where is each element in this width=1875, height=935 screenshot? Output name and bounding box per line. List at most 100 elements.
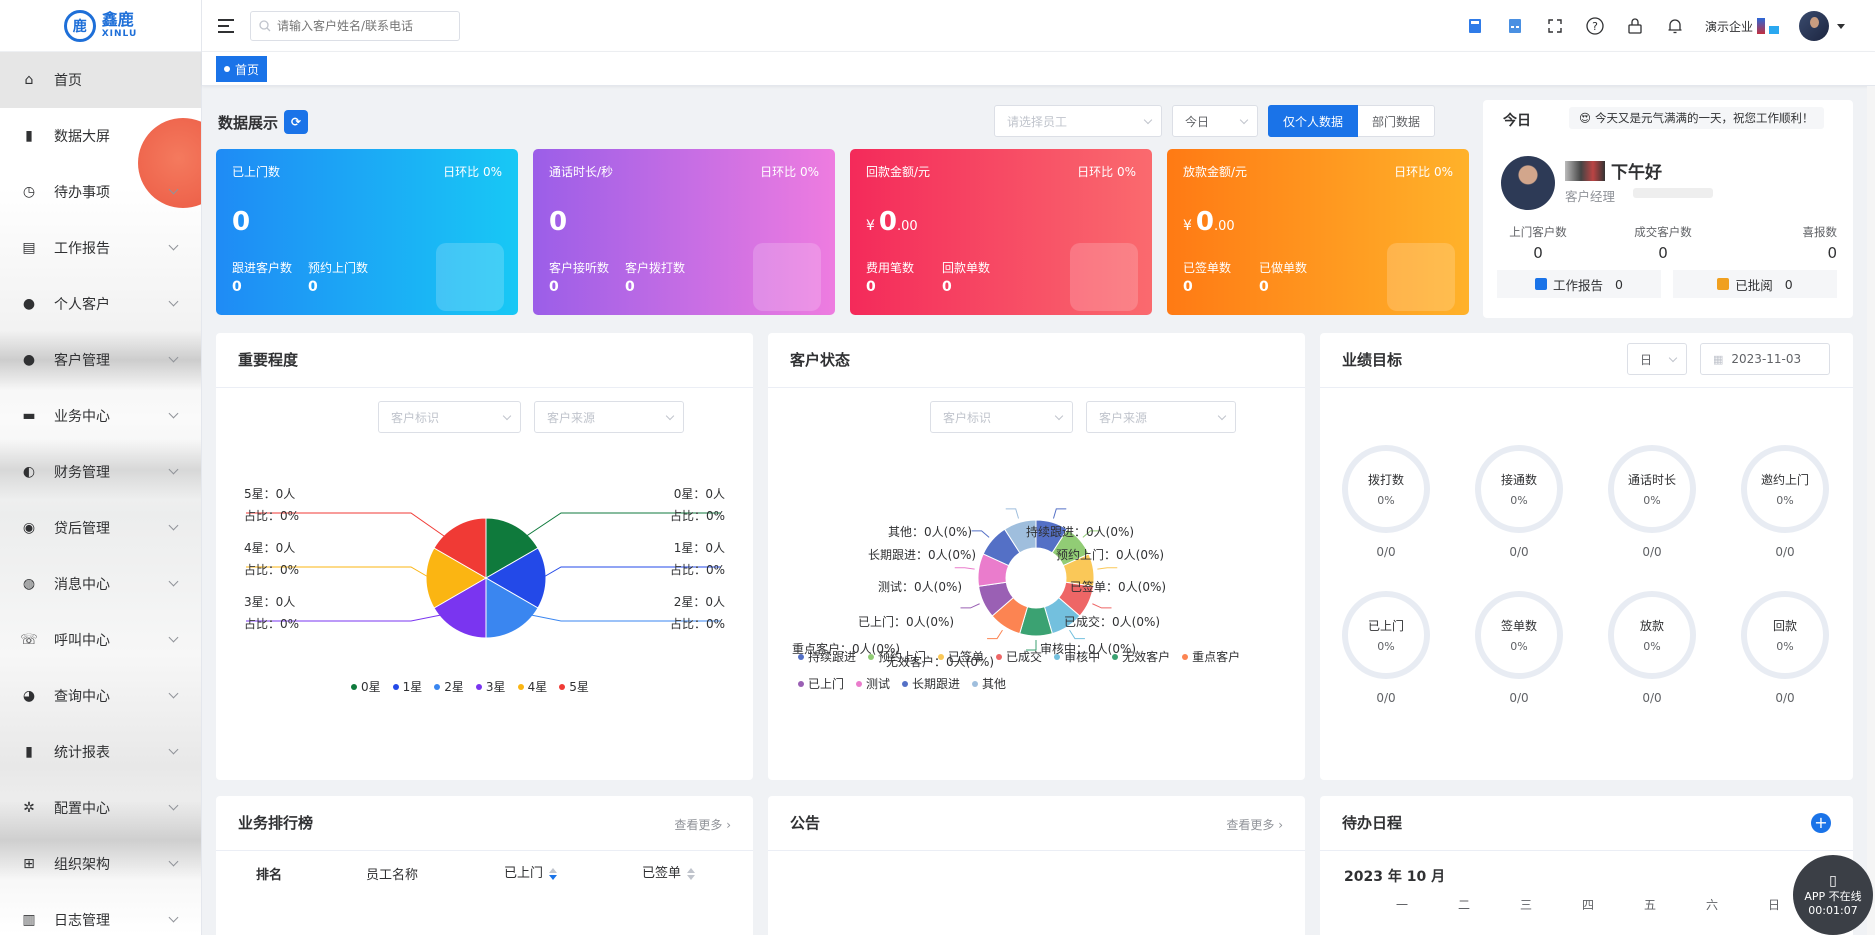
fullscreen-icon[interactable]	[1545, 16, 1565, 36]
legend-item[interactable]: 审核中	[1054, 648, 1100, 665]
loan-calculator-icon[interactable]	[1505, 16, 1525, 36]
sidebar-item-10[interactable]: ☏ 呼叫中心	[0, 612, 201, 668]
sidebar-item-3[interactable]: ▤ 工作报告	[0, 220, 201, 276]
date-picker[interactable]: ▦ 2023-11-03	[1700, 343, 1830, 375]
bell-icon[interactable]	[1665, 16, 1685, 36]
legend-item[interactable]: 已签单	[938, 648, 984, 665]
department-data-button[interactable]: 部门数据	[1358, 105, 1436, 137]
legend-item[interactable]: 预约上门	[868, 648, 926, 665]
stat-card[interactable]: 回款金额/元 日环比 0% ¥0.00 费用笔数 0 回款单数 0	[850, 149, 1152, 315]
reviewed-button[interactable]: 已批阅 0	[1673, 270, 1837, 298]
app-status-time: 00:01:07	[1808, 904, 1858, 918]
target-label: 已上门	[1367, 619, 1404, 633]
customer-tag-select[interactable]: 客户标识	[930, 401, 1073, 433]
app-logo[interactable]: 鹿 鑫鹿 XINLU	[0, 0, 201, 52]
sidebar-item-12[interactable]: ▮ 统计报表	[0, 724, 201, 780]
view-more-link[interactable]: 查看更多 ›	[1226, 816, 1283, 833]
legend-item[interactable]: 已成交	[996, 648, 1042, 665]
sidebar-item-2[interactable]: ◷ 待办事项	[0, 164, 201, 220]
period-select[interactable]: 今日	[1172, 105, 1258, 137]
target-ring: 邀约上门 0%	[1741, 445, 1829, 533]
user-avatar	[1501, 156, 1555, 210]
sidebar-item-label: 贷后管理	[54, 521, 110, 537]
sidebar-item-label: 首页	[54, 73, 82, 89]
lock-icon[interactable]	[1625, 16, 1645, 36]
sidebar-item-7[interactable]: ◐ 财务管理	[0, 444, 201, 500]
weekday-label: 二	[1458, 898, 1471, 912]
svg-text:?: ?	[1592, 20, 1598, 33]
customer-source-select[interactable]: 客户来源	[1086, 401, 1236, 433]
stat-card[interactable]: 通话时长/秒 日环比 0% 0 客户接听数 0 客户拨打数 0	[533, 149, 835, 315]
sidebar-item-15[interactable]: ▥ 日志管理	[0, 892, 201, 935]
work-report-button[interactable]: 工作报告 0	[1497, 270, 1661, 298]
legend-item[interactable]: 1星	[392, 678, 422, 695]
donut-label: 已成交：0人(0%)	[1064, 615, 1161, 629]
filter-placeholder: 客户来源	[547, 410, 596, 425]
pie-label: 5星：0人 占比：0%	[244, 485, 299, 524]
legend-dot-icon	[559, 683, 566, 690]
stat-card[interactable]: 放款金额/元 日环比 0% ¥0.00 已签单数 0 已做单数 0	[1167, 149, 1469, 315]
target-label: 邀约上门	[1760, 473, 1809, 487]
legend-dot-icon	[392, 683, 399, 690]
calendar-icon: ▦	[1713, 352, 1724, 366]
legend-label: 5星	[569, 680, 589, 694]
sidebar-item-6[interactable]: ▬ 业务中心	[0, 388, 201, 444]
customer-search[interactable]	[250, 10, 460, 41]
sidebar-item-0[interactable]: ⌂ 首页	[0, 52, 201, 108]
legend-item[interactable]: 无效客户	[1112, 648, 1170, 665]
legend-item[interactable]: 3星	[475, 678, 506, 695]
sidebar-item-11[interactable]: ◕ 查询中心	[0, 668, 201, 724]
app-status-badge[interactable]: ▯ APP 不在线 00:01:07	[1793, 855, 1873, 935]
pie-label-pct: 占比：0%	[669, 617, 725, 631]
card-sub-value: 0	[625, 279, 635, 295]
col-visited-label: 已上门	[504, 866, 544, 881]
sidebar-item-14[interactable]: ⊞ 组织架构	[0, 836, 201, 892]
tab-home[interactable]: 首页	[216, 56, 268, 82]
company-switcher[interactable]: 演示企业	[1705, 18, 1779, 35]
employee-select[interactable]: 请选择员工	[994, 105, 1162, 137]
legend-item[interactable]: 持续跟进	[798, 648, 856, 665]
legend-item[interactable]: 4星	[517, 678, 547, 695]
greeting-panel: 今日 😍 今天又是元气满满的一天，祝您工作顺利！ 下午好 客户经理 上门客户数 0 成…	[1483, 100, 1853, 318]
sidebar-item-4[interactable]: ● 个人客户	[0, 276, 201, 332]
legend-item[interactable]: 5星	[559, 678, 589, 695]
pie-label: 4星：0人 占比：0%	[244, 539, 299, 578]
deer-logo-icon: 鹿	[63, 9, 96, 42]
sidebar-item-9[interactable]: ◍ 消息中心	[0, 556, 201, 612]
legend-item[interactable]: 0星	[351, 678, 381, 695]
sidebar-item-1[interactable]: ▮ 数据大屏	[0, 108, 201, 164]
card-value: 0	[549, 207, 568, 237]
legend-item[interactable]: 长期跟进	[902, 675, 960, 692]
pie-label-name: 5星：0人	[244, 487, 296, 501]
legend-item[interactable]: 其他	[972, 675, 1006, 692]
refresh-icon[interactable]: ⟳	[284, 110, 309, 134]
help-icon[interactable]: ?	[1585, 16, 1605, 36]
legend-item[interactable]: 2星	[434, 678, 464, 695]
calculator-icon[interactable]	[1465, 16, 1485, 36]
legend-item[interactable]: 测试	[856, 675, 890, 692]
sidebar-item-8[interactable]: ◉ 贷后管理	[0, 500, 201, 556]
sidebar-item-5[interactable]: ● 客户管理	[0, 332, 201, 388]
view-more-link[interactable]: 查看更多 ›	[674, 816, 731, 833]
sidebar-item-13[interactable]: ✲ 配置中心	[0, 780, 201, 836]
chevron-down-icon	[168, 576, 179, 587]
target-unit-select[interactable]: 日	[1627, 343, 1687, 375]
search-input[interactable]	[277, 18, 447, 33]
customer-source-select[interactable]: 客户来源	[534, 401, 684, 433]
date-value: 2023-11-03	[1731, 352, 1802, 366]
sidebar-item-label: 待办事项	[54, 185, 110, 201]
legend-item[interactable]: 已上门	[798, 675, 844, 692]
personal-data-button[interactable]: 仅个人数据	[1268, 105, 1359, 137]
col-visited[interactable]: 已上门	[504, 862, 558, 881]
menu-toggle-icon[interactable]	[218, 18, 234, 33]
target-ring: 签单数 0%	[1475, 591, 1563, 679]
add-schedule-button[interactable]: +	[1811, 813, 1831, 833]
col-signed[interactable]: 已签单	[642, 862, 696, 881]
target-pct: 0%	[1643, 640, 1661, 653]
stat-card[interactable]: 已上门数 日环比 0% 0 跟进客户数 0 预约上门数 0	[216, 149, 518, 315]
customer-tag-select[interactable]: 客户标识	[378, 401, 521, 433]
user-menu[interactable]	[1799, 11, 1845, 41]
briefcase-icon: ▬	[22, 408, 36, 424]
sidebar-item-label: 呼叫中心	[54, 633, 110, 649]
legend-item[interactable]: 重点客户	[1182, 648, 1240, 665]
